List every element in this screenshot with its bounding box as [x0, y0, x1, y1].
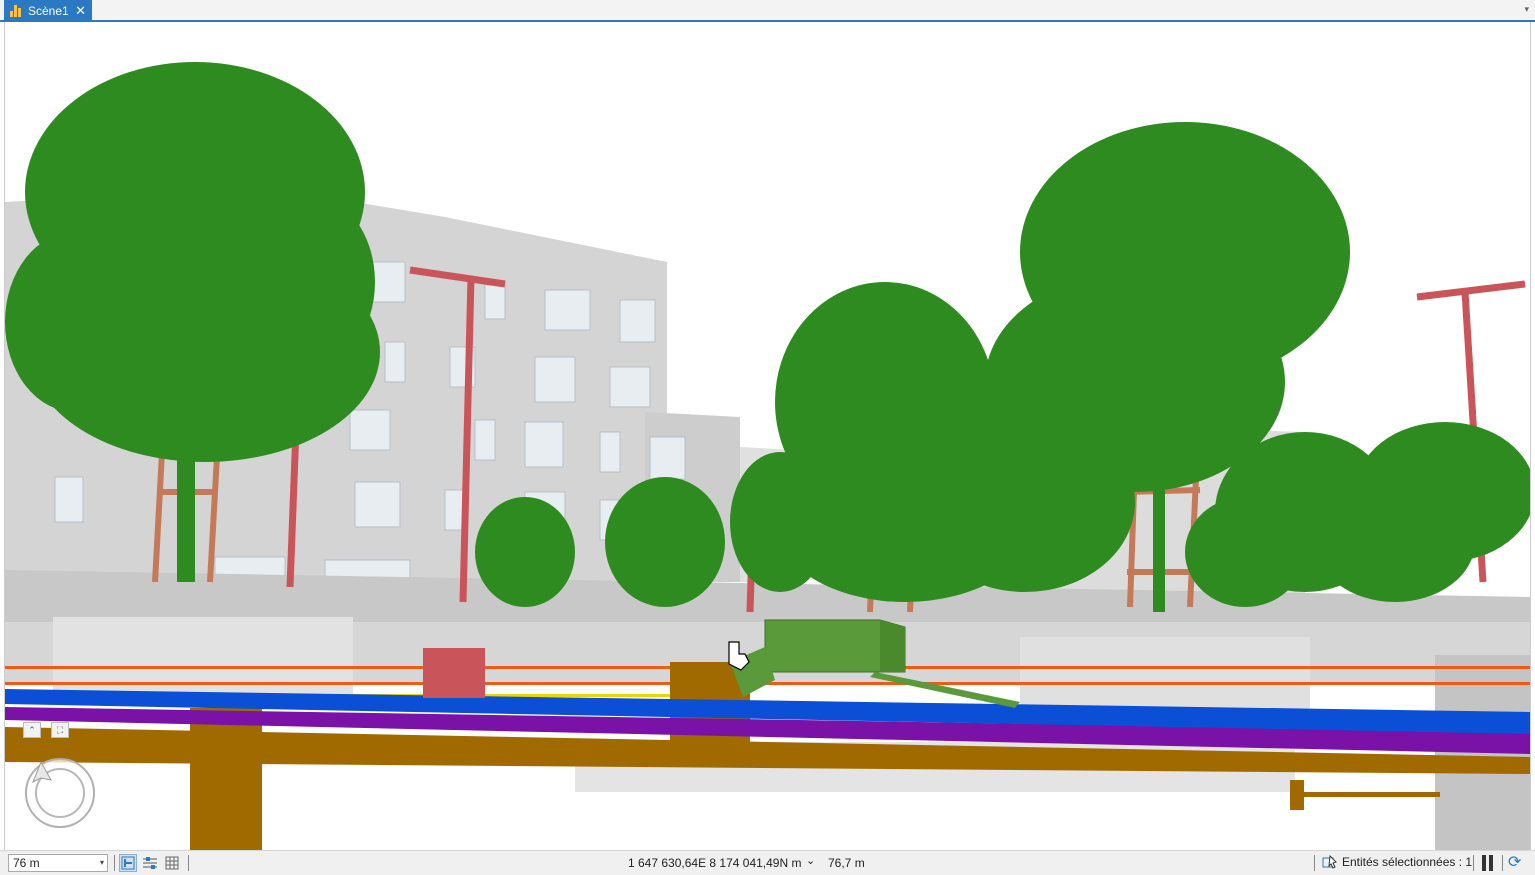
tab-menu-icon[interactable]: ▾	[1524, 4, 1529, 15]
scale-value: 76 m	[13, 856, 40, 870]
selected-features-indicator[interactable]: Entités sélectionnées : 1	[1322, 855, 1472, 869]
close-icon[interactable]: ✕	[75, 3, 86, 19]
separator	[1502, 855, 1503, 871]
pause-drawing-icon[interactable]	[1482, 855, 1496, 871]
coordinate-format-dropdown-icon[interactable]: ⌄	[806, 854, 815, 867]
status-bar: 76 m ▾ 1 647 630,64E 8 174 041,49N m ⌄ 7…	[0, 850, 1535, 875]
separator	[1314, 855, 1315, 871]
select-features-icon	[1322, 855, 1337, 869]
scene-3d-view	[5, 22, 1530, 850]
chevron-up-icon[interactable]: ⌃	[23, 722, 41, 738]
grid-icon[interactable]	[163, 854, 181, 872]
navigator-control[interactable]: ⌃ ⛶	[23, 722, 101, 842]
pipe-brown-vertical	[190, 708, 262, 850]
elevation-readout: 76,7 m	[828, 856, 865, 870]
coordinates-readout: 1 647 630,64E 8 174 041,49N m	[628, 856, 802, 870]
tab-bar: Scène1 ✕ ▾	[0, 0, 1535, 22]
tab-scene[interactable]: Scène1 ✕	[4, 0, 92, 21]
scale-select[interactable]: 76 m ▾	[8, 854, 108, 872]
chevron-down-icon: ▾	[99, 858, 104, 867]
utility-box-red	[423, 648, 485, 698]
scene-viewport[interactable]: ⌃ ⛶	[4, 22, 1531, 850]
navigator-compass-icon[interactable]	[23, 756, 98, 831]
separator	[188, 855, 189, 871]
scene-icon	[10, 4, 22, 17]
selected-count-label: Entités sélectionnées : 1	[1342, 855, 1473, 869]
separator	[1473, 855, 1474, 871]
full-extent-icon[interactable]: ⛶	[51, 722, 69, 738]
snapping-icon[interactable]	[119, 854, 137, 872]
constraints-icon[interactable]	[141, 854, 159, 872]
refresh-icon[interactable]: ⟳	[1508, 854, 1526, 872]
tab-title: Scène1	[28, 3, 69, 18]
separator	[114, 855, 115, 871]
